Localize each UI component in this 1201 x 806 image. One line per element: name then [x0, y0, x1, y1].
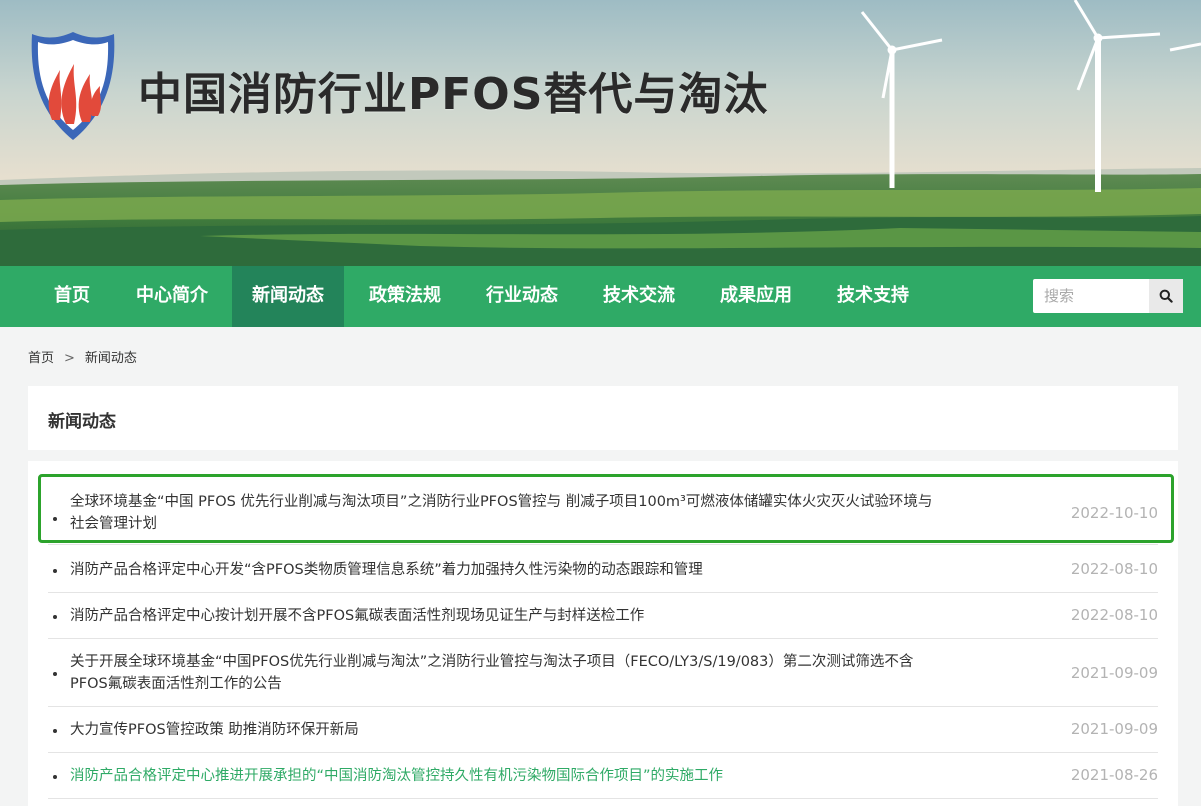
- bullet-icon: [53, 569, 57, 573]
- nav-item-news[interactable]: 新闻动态: [232, 266, 344, 327]
- breadcrumb-current[interactable]: 新闻动态: [85, 351, 137, 366]
- news-date: 2022-08-10: [1070, 606, 1158, 624]
- news-title[interactable]: 消防产品合格评定中心推进开展承担的“中国消防淘汰管控持久性有机污染物国际合作项目…: [70, 765, 1020, 787]
- bullet-icon: [53, 517, 57, 521]
- news-item[interactable]: 消防产品合格评定中心按计划开展不含PFOS氟碳表面活性剂现场见证生产与封样送检工…: [48, 593, 1158, 639]
- search-box: [1033, 279, 1183, 313]
- bullet-icon: [53, 775, 57, 779]
- news-list: 全球环境基金“中国 PFOS 优先行业削减与淘汰项目”之消防行业PFOS管控与 …: [28, 461, 1178, 806]
- nav-item-industry[interactable]: 行业动态: [468, 266, 576, 327]
- news-date: 2022-10-10: [1070, 504, 1158, 522]
- section-title: 新闻动态: [48, 412, 116, 432]
- breadcrumb: 首页 > 新闻动态: [28, 347, 137, 366]
- news-item[interactable]: 消防产品合格评定中心开发“含PFOS类物质管理信息系统”着力加强持久性污染物的动…: [48, 547, 1158, 593]
- news-date: 2022-08-10: [1070, 560, 1158, 578]
- nav-item-about[interactable]: 中心简介: [118, 266, 226, 327]
- nav-item-results[interactable]: 成果应用: [702, 266, 810, 327]
- bullet-icon: [53, 615, 57, 619]
- news-title[interactable]: 消防产品合格评定中心按计划开展不含PFOS氟碳表面活性剂现场见证生产与封样送检工…: [70, 605, 1020, 627]
- news-item[interactable]: 全球环境基金“中国 PFOS 优先行业削减与淘汰项目”之消防行业PFOS管控与 …: [48, 477, 1158, 545]
- breadcrumb-separator: >: [64, 351, 75, 366]
- section-header: 新闻动态: [28, 386, 1178, 450]
- fire-shield-logo: [31, 32, 115, 140]
- nav-item-tech-exchange[interactable]: 技术交流: [585, 266, 693, 327]
- news-date: 2021-08-26: [1070, 766, 1158, 784]
- nav-item-tech-support[interactable]: 技术支持: [819, 266, 927, 327]
- news-date: 2021-09-09: [1070, 720, 1158, 738]
- news-title[interactable]: 消防产品合格评定中心开发“含PFOS类物质管理信息系统”着力加强持久性污染物的动…: [70, 559, 1020, 581]
- search-button[interactable]: [1149, 279, 1183, 313]
- news-item[interactable]: 大力宣传PFOS管控政策 助推消防环保开新局 2021-09-09: [48, 707, 1158, 753]
- landscape-background-image: [0, 0, 1201, 266]
- main-nav: 首页 中心简介 新闻动态 政策法规 行业动态 技术交流 成果应用 技术支持: [0, 266, 1201, 327]
- news-title[interactable]: 关于开展全球环境基金“中国PFOS优先行业削减与淘汰”之消防行业管控与淘汰子项目…: [70, 651, 1020, 695]
- header-banner: 中国消防行业PFOS替代与淘汰: [0, 0, 1201, 266]
- site-title: 中国消防行业PFOS替代与淘汰: [138, 69, 769, 120]
- bullet-icon: [53, 672, 57, 676]
- news-item[interactable]: 关于开展全球环境基金“中国PFOS优先行业削减与淘汰”之消防行业管控与淘汰子项目…: [48, 639, 1158, 707]
- search-icon: [1159, 289, 1173, 303]
- news-item[interactable]: 消防产品合格评定中心推进开展承担的“中国消防淘汰管控持久性有机污染物国际合作项目…: [48, 753, 1158, 799]
- search-input[interactable]: [1033, 279, 1149, 313]
- news-date: 2021-09-09: [1070, 664, 1158, 682]
- news-title[interactable]: 全球环境基金“中国 PFOS 优先行业削减与淘汰项目”之消防行业PFOS管控与 …: [70, 491, 1020, 535]
- nav-item-policy[interactable]: 政策法规: [351, 266, 459, 327]
- news-title[interactable]: 大力宣传PFOS管控政策 助推消防环保开新局: [70, 719, 1020, 741]
- breadcrumb-home-link[interactable]: 首页: [28, 351, 54, 366]
- bullet-icon: [53, 729, 57, 733]
- nav-item-home[interactable]: 首页: [36, 266, 108, 327]
